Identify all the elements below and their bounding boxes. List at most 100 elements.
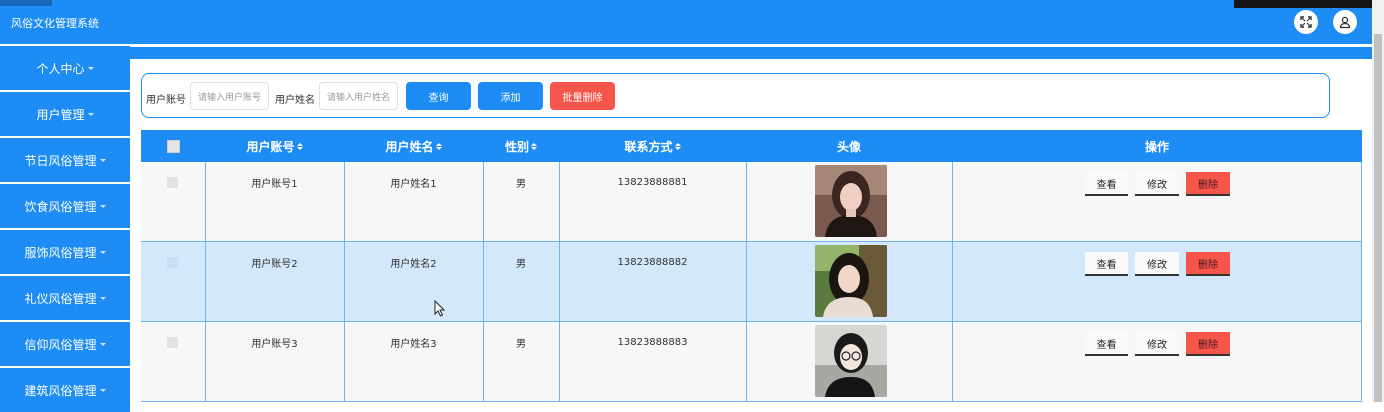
sort-icon (531, 142, 537, 150)
cell-name: 用户姓名3 (390, 338, 437, 350)
delete-button[interactable]: 删除 (1186, 332, 1230, 356)
sidebar-item-costume-customs[interactable]: 服饰风俗管理 (0, 230, 130, 274)
column-header-label: 操作 (1144, 139, 1169, 154)
add-button[interactable]: 添加 (478, 82, 543, 110)
name-filter-label: 用户姓名 (275, 95, 315, 106)
cell-name: 用户姓名2 (390, 258, 437, 270)
column-header-label: 联系方式 (624, 139, 673, 154)
account-filter-label: 用户账号 (146, 95, 186, 106)
cell-gender: 男 (516, 178, 526, 190)
query-button[interactable]: 查询 (406, 82, 471, 110)
sort-icon (674, 142, 681, 150)
user-menu-button[interactable] (1333, 10, 1357, 34)
sidebar-item-etiquette-customs[interactable]: 礼仪风俗管理 (0, 276, 130, 320)
view-button[interactable]: 查看 (1085, 252, 1128, 276)
delete-button[interactable]: 删除 (1186, 172, 1230, 196)
view-button[interactable]: 查看 (1085, 332, 1128, 356)
caret-down-icon (87, 66, 94, 70)
column-header-name[interactable]: 用户姓名 (344, 130, 483, 162)
cell-phone: 13823888882 (617, 256, 688, 268)
caret-down-icon (99, 388, 106, 392)
sidebar-item-label: 用户管理 (36, 107, 85, 122)
column-header-label: 性别 (504, 139, 529, 154)
column-header-label: 头像 (836, 139, 861, 154)
cell-phone: 13823888881 (617, 176, 688, 188)
column-header-gender[interactable]: 性别 (483, 130, 559, 162)
column-divider (952, 162, 953, 402)
caret-down-icon (99, 204, 106, 208)
sidebar-item-label: 建筑风俗管理 (24, 383, 97, 398)
sidebar-item-label: 服饰风俗管理 (24, 245, 97, 260)
user-icon (1339, 16, 1351, 29)
cell-gender: 男 (516, 258, 526, 270)
column-header-label: 用户姓名 (385, 139, 434, 154)
row-checkbox[interactable] (167, 337, 178, 348)
sidebar-item-architecture-customs[interactable]: 建筑风俗管理 (0, 368, 130, 412)
app-title: 风俗文化管理系统 (11, 17, 99, 30)
select-all-checkbox[interactable] (166, 139, 180, 153)
mouse-cursor-icon (434, 300, 446, 317)
row-checkbox[interactable] (167, 257, 178, 268)
sidebar: 个人中心 用户管理 节日风俗管理 饮食风俗管理 服饰风俗管理 礼仪风俗管理 信仰… (0, 44, 130, 412)
column-header-avatar: 头像 (746, 130, 952, 162)
select-all-cell (141, 130, 205, 162)
sidebar-item-label: 饮食风俗管理 (24, 199, 97, 214)
avatar (815, 245, 887, 317)
sidebar-item-label: 信仰风俗管理 (24, 337, 97, 352)
content-top-strip (130, 47, 1372, 59)
caret-down-icon (99, 342, 106, 346)
column-header-label: 用户账号 (246, 139, 295, 154)
top-header: 风俗文化管理系统 (0, 0, 1372, 44)
row-checkbox[interactable] (167, 177, 178, 188)
avatar (815, 325, 887, 397)
caret-down-icon (99, 250, 106, 254)
edit-button[interactable]: 修改 (1135, 332, 1179, 356)
sidebar-item-label: 个人中心 (36, 61, 85, 76)
sidebar-item-label: 礼仪风俗管理 (24, 291, 97, 306)
sidebar-item-personal-center[interactable]: 个人中心 (0, 46, 130, 90)
delete-button[interactable]: 删除 (1186, 252, 1230, 276)
view-button[interactable]: 查看 (1085, 172, 1128, 196)
column-divider (559, 162, 560, 402)
cell-name: 用户姓名1 (390, 178, 437, 190)
sort-icon (296, 142, 303, 150)
account-search-input[interactable]: 请输入用户账号 (190, 82, 269, 110)
caret-down-icon (99, 296, 106, 300)
column-header-phone[interactable]: 联系方式 (559, 130, 746, 162)
column-divider (746, 162, 747, 402)
column-divider (205, 162, 206, 402)
caret-down-icon (99, 158, 106, 162)
column-divider (483, 162, 484, 402)
cell-phone: 13823888883 (617, 336, 688, 348)
table-row: 用户账号2 用户姓名2 男 13823888882 查看 修改 删除 (141, 242, 1362, 322)
sidebar-item-food-customs[interactable]: 饮食风俗管理 (0, 184, 130, 228)
name-search-input[interactable]: 请输入用户姓名 (319, 82, 398, 110)
column-header-actions: 操作 (952, 130, 1362, 162)
column-divider (1361, 162, 1362, 402)
cell-gender: 男 (516, 338, 526, 350)
column-divider (344, 162, 345, 402)
scrollbar-thumb[interactable] (1374, 34, 1382, 402)
page-scrollbar[interactable] (1372, 0, 1384, 402)
edit-button[interactable]: 修改 (1135, 172, 1179, 196)
header-corner-left (0, 0, 52, 6)
table-header: 用户账号 用户姓名 性别 联系方式 头像 操作 (141, 130, 1362, 162)
table-row: 用户账号1 用户姓名1 男 13823888881 查看 修改 删除 (141, 162, 1362, 242)
sidebar-item-belief-customs[interactable]: 信仰风俗管理 (0, 322, 130, 366)
caret-down-icon (87, 112, 94, 116)
sidebar-item-user-management[interactable]: 用户管理 (0, 92, 130, 136)
sidebar-item-label: 节日风俗管理 (24, 153, 97, 168)
cell-account: 用户账号1 (251, 178, 298, 190)
sort-icon (435, 142, 442, 150)
batch-delete-button[interactable]: 批量删除 (550, 82, 615, 110)
fullscreen-button[interactable] (1294, 10, 1318, 34)
avatar (815, 165, 887, 237)
sidebar-item-festival-customs[interactable]: 节日风俗管理 (0, 138, 130, 182)
edit-button[interactable]: 修改 (1135, 252, 1179, 276)
table-row: 用户账号3 用户姓名3 男 13823888883 查看 修改 删除 (141, 322, 1362, 402)
column-header-account[interactable]: 用户账号 (205, 130, 344, 162)
fullscreen-icon (1300, 16, 1312, 28)
cell-account: 用户账号3 (251, 338, 298, 350)
header-corner-right (1234, 0, 1372, 8)
cell-account: 用户账号2 (251, 258, 298, 270)
